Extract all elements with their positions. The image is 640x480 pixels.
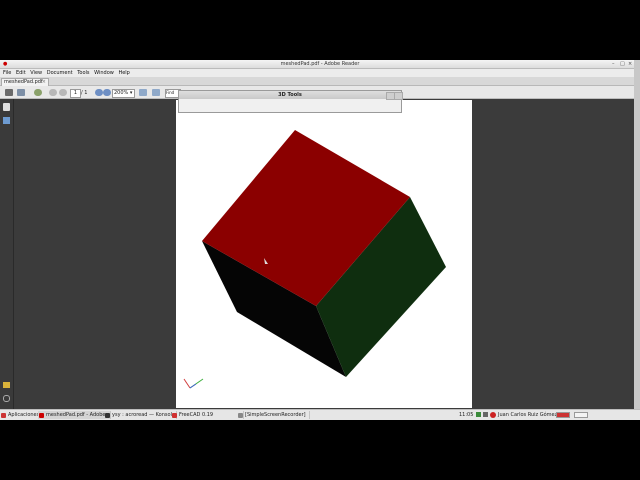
network-icon[interactable] [476, 412, 481, 417]
freecad-icon [172, 413, 177, 418]
applications-icon [1, 413, 6, 418]
navigation-panel [0, 99, 14, 409]
menu-bar: File Edit View Document Tools Window Hel… [0, 69, 640, 77]
volume-icon[interactable] [483, 412, 488, 417]
task-freecad[interactable]: FreeCAD 0.19 [171, 411, 244, 419]
zoom-value: 200% [114, 90, 129, 96]
3d-model-view[interactable] [176, 100, 472, 408]
workspace-switcher-1[interactable] [556, 412, 570, 418]
task-screen-recorder[interactable]: [SimpleScreenRecorder] [237, 411, 310, 419]
tab-label: meshedPad.pdf [4, 79, 43, 85]
menu-document[interactable]: Document [47, 70, 73, 76]
task-label: ysy : acroread — Konsole [112, 412, 176, 418]
task-label: [SimpleScreenRecorder] [245, 412, 306, 418]
zoom-select[interactable]: 200% ▾ [112, 89, 135, 98]
comments-icon[interactable] [3, 382, 10, 388]
window-title: meshedPad.pdf - Adobe Reader [280, 61, 360, 67]
document-tab-bar: meshedPad.pdf × [0, 77, 640, 87]
page-number-input[interactable]: 1 [70, 89, 81, 98]
task-adobe-reader[interactable]: meshedPad.pdf - Adobe... [38, 411, 111, 419]
zoom-out-icon[interactable] [95, 89, 103, 96]
terminal-icon [105, 413, 110, 418]
task-label: meshedPad.pdf - Adobe... [46, 412, 111, 418]
dialog-close-button[interactable] [394, 92, 403, 100]
menu-help[interactable]: Help [118, 70, 129, 76]
3d-tools-dialog[interactable]: 3D Tools [178, 90, 403, 113]
tab-close-icon[interactable]: × [42, 79, 46, 85]
right-screen-edge [634, 60, 640, 420]
print-icon[interactable] [5, 89, 13, 96]
model-tree-icon[interactable] [3, 117, 10, 124]
fit-page-icon[interactable] [139, 89, 147, 96]
task-konsole[interactable]: ysy : acroread — Konsole [104, 411, 177, 419]
close-button[interactable]: × [628, 61, 632, 67]
fit-width-icon[interactable] [152, 89, 160, 96]
menu-view[interactable]: View [30, 70, 42, 76]
axis-triad-icon [183, 378, 204, 389]
task-label: FreeCAD 0.19 [179, 412, 214, 418]
user-name[interactable]: Juan Carlos Ruiz Gómez [498, 411, 557, 419]
window-titlebar: meshedPad.pdf - Adobe Reader ● – □ × [0, 60, 640, 69]
zoom-in-icon[interactable] [103, 89, 111, 96]
menu-file[interactable]: File [3, 70, 11, 76]
workspace-switcher-2[interactable] [574, 412, 588, 418]
3d-tools-dialog-title: 3D Tools [179, 91, 401, 99]
pdf-page[interactable] [176, 100, 472, 408]
menu-window[interactable]: Window [94, 70, 114, 76]
clock[interactable]: 11:05 [459, 411, 473, 419]
attachments-icon[interactable] [3, 395, 10, 402]
applications-label: Aplicaciones [8, 412, 40, 418]
collaborate-icon[interactable] [34, 89, 42, 96]
app-icon: ● [3, 61, 8, 67]
menu-tools[interactable]: Tools [77, 70, 89, 76]
page-total: / 1 [81, 90, 88, 96]
minimize-button[interactable]: – [612, 61, 615, 67]
recording-indicator-icon[interactable] [490, 412, 496, 418]
next-page-icon[interactable] [59, 89, 67, 96]
adobe-reader-icon [39, 413, 44, 418]
recorder-icon [238, 413, 243, 418]
previous-page-icon[interactable] [49, 89, 57, 96]
share-icon[interactable] [17, 89, 25, 96]
menu-edit[interactable]: Edit [16, 70, 26, 76]
maximize-button[interactable]: □ [620, 61, 625, 67]
system-taskbar: Aplicaciones meshedPad.pdf - Adobe... ys… [0, 409, 640, 420]
pages-panel-icon[interactable] [3, 103, 10, 111]
